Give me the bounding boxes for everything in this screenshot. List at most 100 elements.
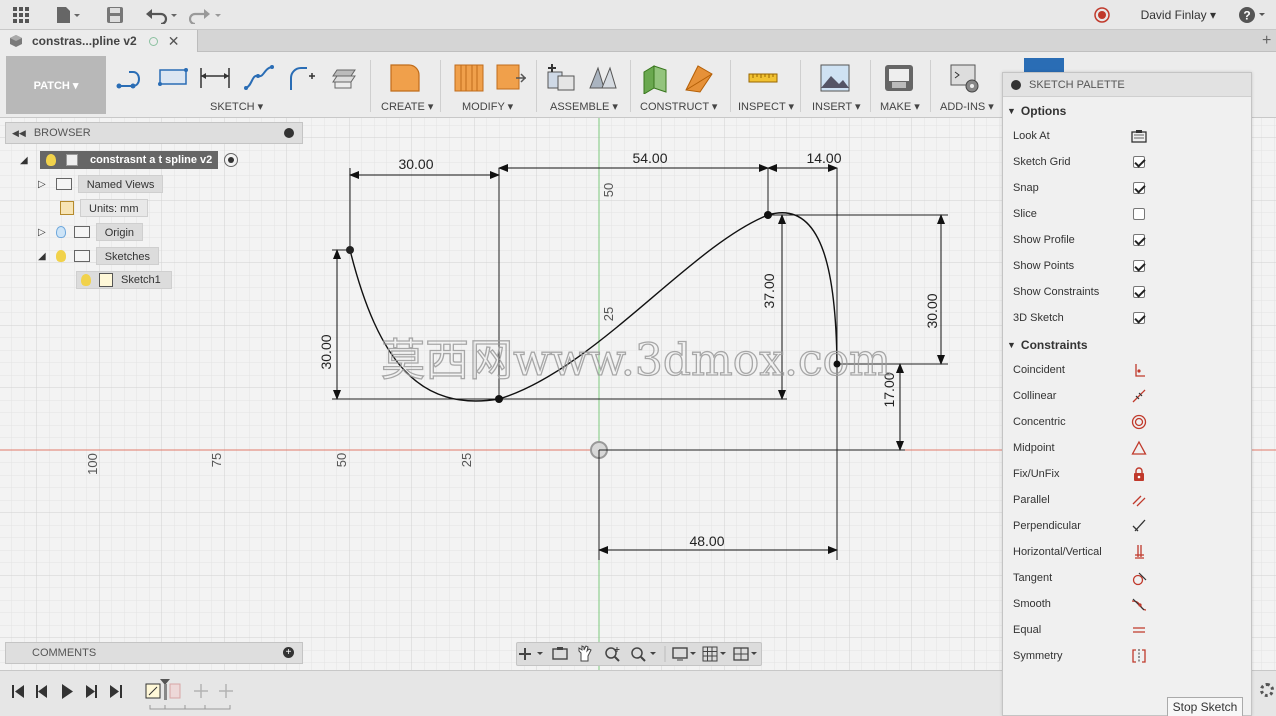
lock-icon[interactable] xyxy=(1131,466,1147,482)
timeline-feature-icon[interactable] xyxy=(169,683,181,699)
save-icon[interactable] xyxy=(104,4,126,26)
expand-triangle-icon[interactable]: ▷ xyxy=(38,227,46,238)
constraint-midpoint[interactable]: Midpoint xyxy=(1003,435,1251,461)
sketch-point[interactable] xyxy=(764,211,772,219)
constraint-symmetry[interactable]: Symmetry xyxy=(1003,643,1251,669)
sketch-menu[interactable]: SKETCH ▾ xyxy=(210,100,263,113)
viewports-icon[interactable] xyxy=(733,647,757,661)
close-icon[interactable]: ✕ xyxy=(168,33,180,50)
lightbulb-icon[interactable] xyxy=(55,226,66,238)
look-at-icon[interactable] xyxy=(1131,128,1147,144)
plane-at-angle-icon[interactable] xyxy=(682,62,716,94)
option-look-at[interactable]: Look At xyxy=(1003,123,1251,149)
look-at-icon[interactable] xyxy=(552,647,568,660)
constraint-tangent[interactable]: Tangent xyxy=(1003,565,1251,591)
orbit-icon[interactable] xyxy=(519,648,543,660)
user-menu[interactable]: David Finlay ▾ xyxy=(1141,0,1216,30)
add-comment-icon[interactable]: + xyxy=(283,647,294,658)
insert-image-icon[interactable] xyxy=(818,62,852,94)
coincident-icon[interactable] xyxy=(1131,362,1147,378)
make-menu[interactable]: MAKE ▾ xyxy=(880,100,920,113)
browser-root-row[interactable]: constrasnt a t spline v2 xyxy=(40,151,219,169)
show-constraints-checkbox[interactable] xyxy=(1133,286,1145,298)
constraint-horizontal-vertical[interactable]: Horizontal/Vertical xyxy=(1003,539,1251,565)
step-forward-icon[interactable] xyxy=(86,685,97,698)
expand-triangle-icon[interactable]: ◢ xyxy=(20,155,32,166)
equal-icon[interactable] xyxy=(1131,622,1147,638)
dimension-label[interactable]: 30.00 xyxy=(398,156,433,172)
constraint-equal[interactable]: Equal xyxy=(1003,617,1251,643)
browser-panel-header[interactable]: ◀◀ BROWSER xyxy=(5,122,303,144)
constraint-smooth[interactable]: Smooth xyxy=(1003,591,1251,617)
options-section-header[interactable]: ▼ Options xyxy=(1007,101,1066,121)
document-tab[interactable]: constras...pline v2 ✕ xyxy=(0,30,198,52)
option-3d-sketch[interactable]: 3D Sketch xyxy=(1003,305,1251,331)
constraint-perpendicular[interactable]: Perpendicular xyxy=(1003,513,1251,539)
fillet-icon[interactable] xyxy=(286,62,320,94)
3d-print-icon[interactable] xyxy=(882,62,916,94)
redo-icon[interactable] xyxy=(188,4,224,26)
timeline-sketch-feature-icon[interactable] xyxy=(145,683,161,699)
expand-triangle-icon[interactable]: ▷ xyxy=(38,179,46,190)
spline-icon[interactable] xyxy=(242,62,276,94)
stop-sketch-button[interactable]: Stop Sketch xyxy=(1167,697,1243,716)
snap-checkbox[interactable] xyxy=(1133,182,1145,194)
dimension-label[interactable]: 54.00 xyxy=(632,150,667,166)
offset-plane-icon[interactable] xyxy=(640,62,674,94)
show-points-checkbox[interactable] xyxy=(1133,260,1145,272)
new-component-icon[interactable] xyxy=(544,62,578,94)
zoom-icon[interactable] xyxy=(631,647,656,662)
activate-radio-icon[interactable] xyxy=(224,153,239,167)
record-icon[interactable] xyxy=(1092,4,1112,26)
timeline-settings-icon[interactable] xyxy=(1260,683,1274,697)
browser-item-sketches[interactable]: ◢ Sketches xyxy=(38,247,159,265)
new-tab-button[interactable]: + xyxy=(1262,32,1271,50)
insert-menu[interactable]: INSERT ▾ xyxy=(812,100,861,113)
expand-triangle-icon[interactable]: ◢ xyxy=(38,251,46,262)
smooth-icon[interactable] xyxy=(1131,596,1147,612)
option-slice[interactable]: Slice xyxy=(1003,201,1251,227)
project-icon[interactable] xyxy=(328,62,362,94)
press-pull-icon[interactable] xyxy=(452,62,486,94)
create-sketch-icon[interactable] xyxy=(388,62,422,94)
browser-item-named-views[interactable]: ▷ Named Views xyxy=(38,175,164,193)
help-icon[interactable]: ? xyxy=(1238,4,1268,26)
inspect-menu[interactable]: INSPECT ▾ xyxy=(738,100,794,113)
3d-sketch-checkbox[interactable] xyxy=(1133,312,1145,324)
pan-icon[interactable] xyxy=(578,645,592,662)
dimension-label[interactable]: 14.00 xyxy=(806,150,841,166)
grid-settings-icon[interactable] xyxy=(702,646,726,662)
constraint-coincident[interactable]: Coincident xyxy=(1003,357,1251,383)
create-menu[interactable]: CREATE ▾ xyxy=(381,100,433,113)
timeline-marker-icon[interactable] xyxy=(160,679,170,700)
sketch-point[interactable] xyxy=(495,395,503,403)
sketch-point[interactable] xyxy=(346,246,354,254)
constraint-collinear[interactable]: Collinear xyxy=(1003,383,1251,409)
undo-icon[interactable] xyxy=(144,4,180,26)
minimize-icon[interactable] xyxy=(284,128,294,138)
step-back-icon[interactable] xyxy=(36,685,47,698)
dimension-label[interactable]: 30.00 xyxy=(318,334,334,369)
collinear-icon[interactable] xyxy=(1131,388,1147,404)
joint-icon[interactable] xyxy=(586,62,620,94)
go-to-start-icon[interactable] xyxy=(12,685,24,698)
go-to-end-icon[interactable] xyxy=(110,685,122,698)
measure-icon[interactable] xyxy=(746,62,780,94)
slice-checkbox[interactable] xyxy=(1133,208,1145,220)
concentric-icon[interactable] xyxy=(1131,414,1147,430)
dimension-label[interactable]: 30.00 xyxy=(924,293,940,328)
symmetry-icon[interactable] xyxy=(1131,648,1147,664)
sketch-dimension-icon[interactable] xyxy=(198,62,232,94)
browser-item-origin[interactable]: ▷ Origin xyxy=(38,223,144,241)
comments-panel-header[interactable]: COMMENTS + xyxy=(5,642,303,664)
tangent-icon[interactable] xyxy=(1131,570,1147,586)
assemble-menu[interactable]: ASSEMBLE ▾ xyxy=(550,100,618,113)
timeline-move-icon[interactable] xyxy=(194,684,233,698)
lightbulb-icon[interactable] xyxy=(46,154,56,166)
workspace-switcher-button[interactable]: PATCH ▾ xyxy=(6,56,106,114)
apps-grid-icon[interactable] xyxy=(10,4,32,26)
option-snap[interactable]: Snap xyxy=(1003,175,1251,201)
modify-menu[interactable]: MODIFY ▾ xyxy=(462,100,513,113)
constraints-section-header[interactable]: ▼ Constraints xyxy=(1007,335,1088,355)
browser-item-units[interactable]: Units: mm xyxy=(60,199,148,217)
